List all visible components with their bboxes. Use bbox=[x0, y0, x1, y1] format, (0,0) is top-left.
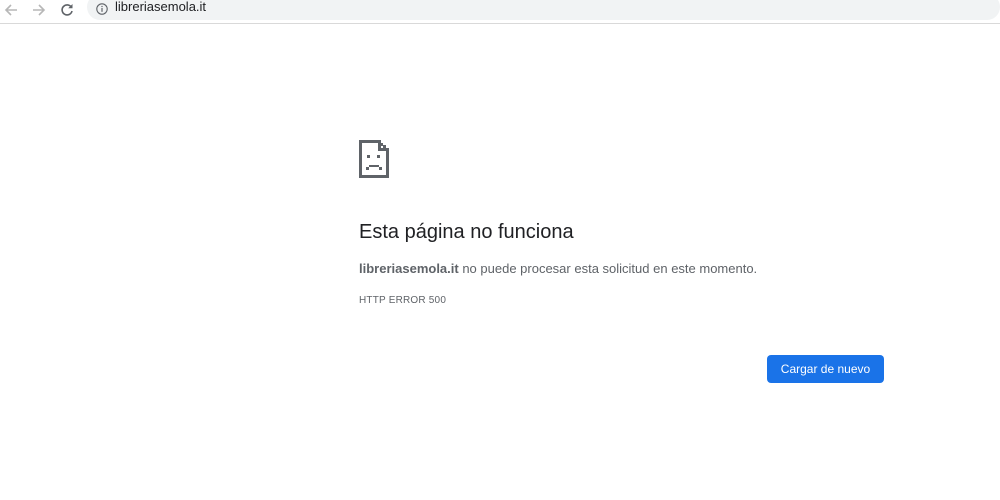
reload-icon bbox=[61, 4, 73, 16]
error-message: no puede procesar esta solicitud en este… bbox=[458, 261, 758, 276]
back-button[interactable] bbox=[1, 1, 21, 19]
forward-button[interactable] bbox=[29, 1, 49, 19]
error-host: libreriasemola.it bbox=[359, 261, 459, 276]
reload-page-button[interactable]: Cargar de nuevo bbox=[767, 355, 884, 383]
url-text: libreriasemola.it bbox=[115, 0, 207, 14]
error-code: HTTP ERROR 500 bbox=[359, 295, 447, 306]
info-circle-icon[interactable] bbox=[96, 3, 108, 15]
page-title: Esta página no funciona bbox=[359, 221, 574, 243]
sad-page-icon bbox=[359, 140, 389, 178]
browser-toolbar: libreriasemola.it bbox=[0, 0, 1000, 24]
arrow-right-icon bbox=[33, 4, 46, 16]
arrow-left-icon bbox=[4, 4, 17, 16]
address-bar[interactable]: libreriasemola.it bbox=[87, 0, 1000, 20]
reload-button[interactable] bbox=[57, 1, 77, 19]
error-description: libreriasemola.it no puede procesar esta… bbox=[359, 261, 757, 277]
